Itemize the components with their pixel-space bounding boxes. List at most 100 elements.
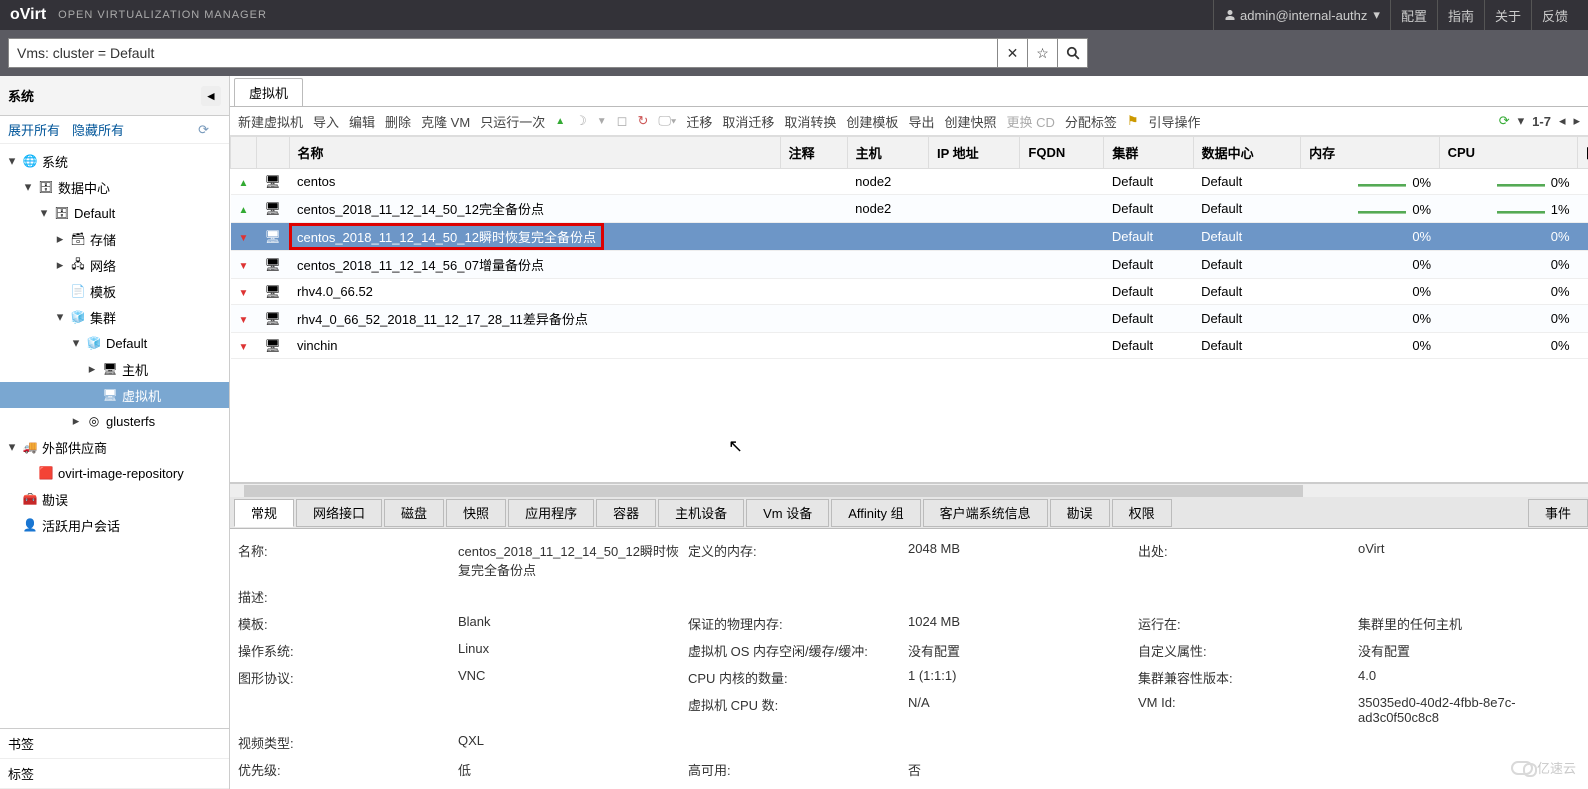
col-header[interactable]: CPU: [1439, 137, 1577, 169]
tb-cancel-migrate[interactable]: 取消迁移: [722, 112, 774, 131]
refresh-interval-dropdown[interactable]: ▾: [1518, 113, 1525, 129]
tree-item[interactable]: ▸🗃存储: [0, 226, 229, 252]
tb-snapshot[interactable]: 创建快照: [944, 112, 996, 131]
tb-new-vm[interactable]: 新建虚拟机: [238, 112, 303, 131]
tree-twisty-icon[interactable]: ▾: [22, 179, 34, 195]
detail-tab[interactable]: 快照: [446, 499, 506, 527]
console-icon[interactable]: 🖵▾: [658, 113, 676, 129]
tb-make-template[interactable]: 创建模板: [846, 112, 898, 131]
tree-item[interactable]: 🟥ovirt-image-repository: [0, 460, 229, 486]
col-header[interactable]: [231, 137, 257, 169]
tree-item[interactable]: ▸◎glusterfs: [0, 408, 229, 434]
detail-tab[interactable]: 容器: [596, 499, 656, 527]
sidebar-tags[interactable]: 标签: [0, 759, 229, 789]
suspend-icon[interactable]: ☽: [575, 113, 587, 129]
next-page-button[interactable]: ▸: [1573, 113, 1580, 129]
table-row[interactable]: ▼ 🖥 rhv4.0_66.52 Default Default 0% 0% 0…: [231, 279, 1588, 305]
tree-twisty-icon[interactable]: ▾: [38, 205, 50, 221]
detail-tab[interactable]: 应用程序: [508, 499, 594, 527]
tb-runonce[interactable]: 只运行一次: [480, 112, 545, 131]
reboot-icon[interactable]: ↻: [637, 113, 648, 129]
tree-item[interactable]: 📄模板: [0, 278, 229, 304]
top-link-feedback[interactable]: 反馈: [1531, 0, 1578, 30]
table-row[interactable]: ▼ 🖥 centos_2018_11_12_14_50_12瞬时恢复完全备份点 …: [231, 223, 1588, 251]
tree-twisty-icon[interactable]: ▸: [54, 231, 66, 247]
tree-twisty-icon[interactable]: ▸: [70, 413, 82, 429]
stop-icon[interactable]: ◻: [617, 113, 628, 129]
detail-tab[interactable]: 主机设备: [658, 499, 744, 527]
detail-tab[interactable]: 权限: [1112, 499, 1172, 527]
tree-item[interactable]: 👤活跃用户会话: [0, 512, 229, 538]
tb-guide[interactable]: 引导操作: [1149, 112, 1201, 131]
refresh-button[interactable]: ⟳: [1499, 113, 1510, 129]
col-header[interactable]: 注释: [780, 137, 847, 169]
tb-cancel-convert[interactable]: 取消转换: [784, 112, 836, 131]
tree-item[interactable]: 🖥虚拟机: [0, 382, 229, 408]
bookmark-search-button[interactable]: ☆: [1027, 39, 1057, 67]
tree-twisty-icon[interactable]: ▾: [6, 439, 18, 455]
tb-edit[interactable]: 编辑: [349, 112, 375, 131]
col-header[interactable]: 名称: [289, 137, 780, 169]
expand-all-link[interactable]: 展开所有: [8, 120, 60, 139]
col-header[interactable]: 集群: [1104, 137, 1193, 169]
col-header[interactable]: 主机: [847, 137, 928, 169]
sidebar-collapse-button[interactable]: ◂: [201, 86, 221, 106]
user-menu[interactable]: admin@internal-authz ▾: [1213, 0, 1390, 30]
tree-twisty-icon[interactable]: ▾: [70, 335, 82, 351]
tb-import[interactable]: 导入: [313, 112, 339, 131]
tree-twisty-icon[interactable]: ▾: [54, 309, 66, 325]
content-tab-vms[interactable]: 虚拟机: [234, 78, 303, 106]
top-link-config[interactable]: 配置: [1390, 0, 1437, 30]
top-link-guide[interactable]: 指南: [1437, 0, 1484, 30]
table-row[interactable]: ▼ 🖥 vinchin Default Default 0% 0% 0% Non…: [231, 333, 1588, 359]
tb-export[interactable]: 导出: [908, 112, 934, 131]
detail-tab[interactable]: 磁盘: [384, 499, 444, 527]
table-row[interactable]: ▼ 🖥 centos_2018_11_12_14_56_07增量备份点 Defa…: [231, 251, 1588, 279]
tree-item[interactable]: ▾🚚外部供应商: [0, 434, 229, 460]
search-input[interactable]: [9, 39, 997, 67]
table-row[interactable]: ▲ 🖥 centos node2 Default Default 0% 0% 0…: [231, 169, 1588, 195]
tree-item[interactable]: ▸🖥主机: [0, 356, 229, 382]
prev-page-button[interactable]: ◂: [1559, 113, 1566, 129]
tree-item[interactable]: ▾🧊Default: [0, 330, 229, 356]
tb-change-cd[interactable]: 更换 CD: [1006, 112, 1054, 131]
table-row[interactable]: ▼ 🖥 rhv4_0_66_52_2018_11_12_17_28_11差异备份…: [231, 305, 1588, 333]
top-link-about[interactable]: 关于: [1484, 0, 1531, 30]
tree-item[interactable]: ▾🧊集群: [0, 304, 229, 330]
col-header[interactable]: IP 地址: [928, 137, 1019, 169]
tb-migrate[interactable]: 迁移: [686, 112, 712, 131]
refresh-tree-button[interactable]: ⟳: [198, 122, 209, 138]
sidebar-bookmarks[interactable]: 书签: [0, 729, 229, 759]
collapse-all-link[interactable]: 隐藏所有: [72, 120, 124, 139]
tree-item[interactable]: 🧰勘误: [0, 486, 229, 512]
clear-search-button[interactable]: ✕: [997, 39, 1027, 67]
run-icon[interactable]: ▲: [555, 116, 565, 127]
col-header[interactable]: 内存: [1301, 137, 1439, 169]
col-header[interactable]: [257, 137, 290, 169]
tree-twisty-icon[interactable]: ▾: [6, 153, 18, 169]
col-header[interactable]: 数据中心: [1193, 137, 1301, 169]
tree-item[interactable]: ▾🗄Default: [0, 200, 229, 226]
vm-type-icon: 🖥: [257, 279, 290, 305]
detail-tab[interactable]: Vm 设备: [746, 499, 829, 527]
search-button[interactable]: [1057, 39, 1087, 67]
detail-tab[interactable]: 常规: [234, 499, 294, 527]
detail-tab[interactable]: 网络接口: [296, 499, 382, 527]
table-row[interactable]: ▲ 🖥 centos_2018_11_12_14_50_12完全备份点 node…: [231, 195, 1588, 223]
horizontal-scrollbar[interactable]: [230, 483, 1588, 497]
tree-twisty-icon[interactable]: ▸: [54, 257, 66, 273]
tree-item[interactable]: ▾🗄数据中心: [0, 174, 229, 200]
detail-tab-events[interactable]: 事件: [1528, 499, 1588, 527]
detail-tab[interactable]: 勘误: [1050, 499, 1110, 527]
col-header[interactable]: FQDN: [1020, 137, 1104, 169]
tb-tags[interactable]: 分配标签: [1065, 112, 1117, 131]
tree-item[interactable]: ▾🌐系统: [0, 148, 229, 174]
tree-twisty-icon[interactable]: ▸: [86, 361, 98, 377]
col-header[interactable]: 网络: [1578, 137, 1588, 169]
detail-tab[interactable]: Affinity 组: [831, 499, 920, 527]
detail-tab[interactable]: 客户端系统信息: [923, 499, 1048, 527]
tree-item[interactable]: ▸🖧网络: [0, 252, 229, 278]
tb-clone[interactable]: 克隆 VM: [421, 112, 470, 131]
tb-delete[interactable]: 删除: [385, 112, 411, 131]
shutdown-icon[interactable]: ▼: [597, 116, 607, 127]
